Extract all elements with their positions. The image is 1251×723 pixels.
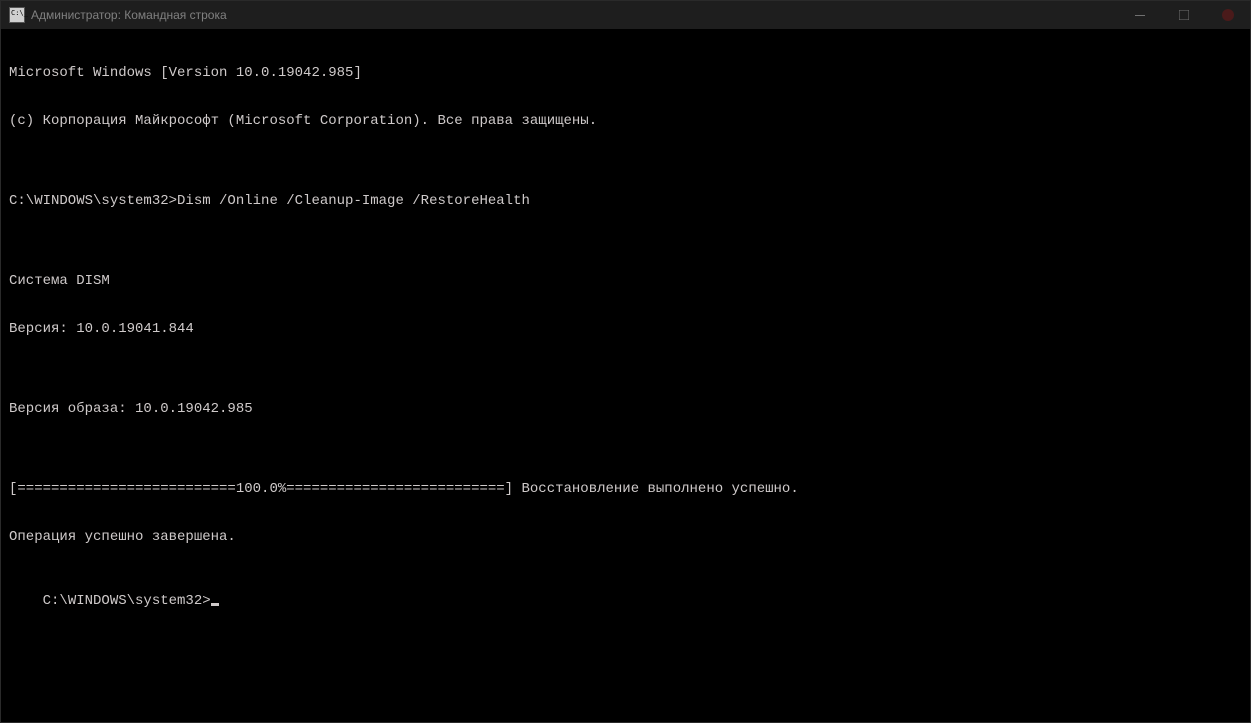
output-line: Microsoft Windows [Version 10.0.19042.98… bbox=[9, 65, 1242, 81]
titlebar[interactable]: Администратор: Командная строка bbox=[1, 1, 1250, 29]
cursor bbox=[211, 603, 219, 606]
output-line: (c) Корпорация Майкрософт (Microsoft Cor… bbox=[9, 113, 1242, 129]
maximize-button[interactable] bbox=[1162, 1, 1206, 29]
cmd-icon bbox=[9, 7, 25, 23]
terminal-output[interactable]: Microsoft Windows [Version 10.0.19042.98… bbox=[1, 29, 1250, 722]
output-line: Версия: 10.0.19041.844 bbox=[9, 321, 1242, 337]
close-button[interactable] bbox=[1206, 1, 1250, 29]
output-line: Cистема DISM bbox=[9, 273, 1242, 289]
minimize-icon bbox=[1135, 10, 1145, 20]
maximize-icon bbox=[1179, 10, 1189, 20]
command-prompt-window: Администратор: Командная строка Microsof… bbox=[0, 0, 1251, 723]
window-controls bbox=[1118, 1, 1250, 29]
output-line: Операция успешно завершена. bbox=[9, 529, 1242, 545]
output-line: C:\WINDOWS\system32>Dism /Online /Cleanu… bbox=[9, 193, 1242, 209]
window-title: Администратор: Командная строка bbox=[31, 8, 1118, 22]
minimize-button[interactable] bbox=[1118, 1, 1162, 29]
output-line: Версия образа: 10.0.19042.985 bbox=[9, 401, 1242, 417]
current-prompt: C:\WINDOWS\system32> bbox=[43, 593, 211, 609]
close-icon bbox=[1221, 8, 1235, 22]
output-line: [==========================100.0%=======… bbox=[9, 481, 1242, 497]
